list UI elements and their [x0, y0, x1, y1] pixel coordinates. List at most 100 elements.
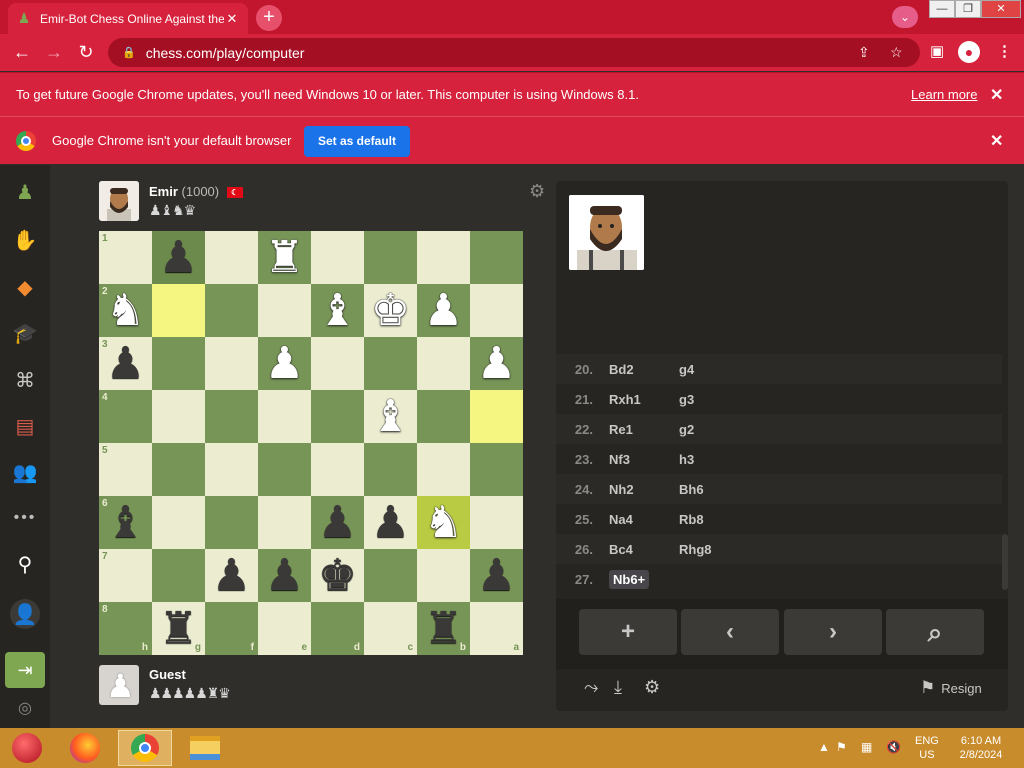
board-square-a4[interactable]: [470, 390, 523, 443]
window-minimize-button[interactable]: —: [929, 0, 955, 18]
black-piece[interactable]: ♟: [371, 500, 410, 545]
board-square-f4[interactable]: [205, 390, 258, 443]
board-square-h8[interactable]: 8h: [99, 602, 152, 655]
black-piece[interactable]: ♟: [159, 235, 198, 280]
previous-move-button[interactable]: ‹: [681, 609, 779, 655]
volume-muted-icon[interactable]: 🔇: [886, 740, 901, 754]
board-square-f1[interactable]: [205, 231, 258, 284]
board-square-c6[interactable]: ♟: [364, 496, 417, 549]
board-square-d7[interactable]: ♚: [311, 549, 364, 602]
board-square-h7[interactable]: 7: [99, 549, 152, 602]
black-piece[interactable]: ♟: [265, 553, 304, 598]
board-square-g6[interactable]: [152, 496, 205, 549]
white-move[interactable]: Nf3: [609, 452, 630, 467]
board-square-a8[interactable]: a: [470, 602, 523, 655]
start-ornament-icon[interactable]: [0, 730, 54, 766]
board-square-a5[interactable]: [470, 443, 523, 496]
add-friend-icon[interactable]: 👤: [10, 599, 40, 629]
board-settings-gear-icon[interactable]: ⚙: [529, 181, 545, 202]
action-center-flag-icon[interactable]: ⚑: [836, 740, 847, 754]
board-square-e1[interactable]: ♜: [258, 231, 311, 284]
board-square-b2[interactable]: ♟: [417, 284, 470, 337]
default-browser-close-icon[interactable]: ✕: [990, 131, 1003, 151]
move-list[interactable]: 20. Bd2 g4 21. Rxh1 g3 22. Re1 g2 23. Nf3 h3 24. Nh2 B…: [556, 354, 1002, 594]
board-square-g3[interactable]: [152, 337, 205, 390]
board-square-d8[interactable]: d: [311, 602, 364, 655]
black-piece[interactable]: ♟: [106, 341, 145, 386]
board-square-f7[interactable]: ♟: [205, 549, 258, 602]
board-square-a2[interactable]: [470, 284, 523, 337]
black-move[interactable]: Rb8: [679, 512, 704, 527]
white-move[interactable]: Bc4: [609, 542, 633, 557]
board-square-b5[interactable]: [417, 443, 470, 496]
globe-icon[interactable]: ◎: [10, 693, 40, 723]
board-square-c8[interactable]: c: [364, 602, 417, 655]
board-square-h1[interactable]: 1: [99, 231, 152, 284]
board-square-h6[interactable]: 6 ♝: [99, 496, 152, 549]
reload-icon[interactable]: ↻: [74, 40, 98, 64]
board-square-g1[interactable]: ♟: [152, 231, 205, 284]
download-icon[interactable]: ⤓: [614, 677, 622, 698]
black-piece[interactable]: ♟: [318, 500, 357, 545]
board-square-d2[interactable]: ♝: [311, 284, 364, 337]
login-button[interactable]: ⇥: [5, 652, 45, 688]
update-infobar-close-icon[interactable]: ✕: [990, 85, 1003, 105]
black-piece[interactable]: ♝: [106, 500, 145, 545]
player-avatar[interactable]: ♟: [99, 665, 139, 705]
menu-kebab-icon[interactable]: ⋮: [997, 42, 1012, 60]
learn-cap-icon[interactable]: 🎓: [10, 318, 40, 348]
window-maximize-button[interactable]: ❐: [955, 0, 981, 18]
bookmark-star-icon[interactable]: ☆: [890, 44, 903, 61]
black-move[interactable]: g3: [679, 392, 694, 407]
board-square-b3[interactable]: [417, 337, 470, 390]
black-move[interactable]: Rhg8: [679, 542, 712, 557]
white-move[interactable]: Bd2: [609, 362, 634, 377]
board-square-f2[interactable]: [205, 284, 258, 337]
board-square-d6[interactable]: ♟: [311, 496, 364, 549]
next-move-button[interactable]: ›: [784, 609, 882, 655]
tab-search-chevron-icon[interactable]: ⌄: [892, 6, 918, 28]
white-piece[interactable]: ♝: [371, 394, 410, 439]
white-piece[interactable]: ♚: [371, 288, 410, 333]
board-square-h5[interactable]: 5: [99, 443, 152, 496]
board-square-g5[interactable]: [152, 443, 205, 496]
black-piece[interactable]: ♟: [212, 553, 251, 598]
set-as-default-button[interactable]: Set as default: [304, 126, 410, 157]
chess-com-logo-icon[interactable]: ♟: [10, 177, 40, 207]
board-square-e4[interactable]: [258, 390, 311, 443]
chrome-taskbar-icon[interactable]: [118, 730, 172, 766]
more-dots-icon[interactable]: •••: [10, 503, 40, 533]
board-square-e8[interactable]: e: [258, 602, 311, 655]
board-square-g7[interactable]: [152, 549, 205, 602]
board-square-b6[interactable]: ♞: [417, 496, 470, 549]
chess-board[interactable]: 1 ♟ ♜ 2 ♞ ♝ ♚ ♟ 3 ♟ ♟ ♟ 4 ♝ 5 6 ♝ ♟ ♟ ♞ 7 ♟ ♟ ♚ ♟ 8 h g ♜ f e d c b ♜ a: [99, 231, 523, 655]
white-move[interactable]: Nb6+: [609, 569, 650, 589]
opponent-avatar[interactable]: [99, 181, 139, 221]
board-square-d5[interactable]: [311, 443, 364, 496]
play-hand-icon[interactable]: ✋: [10, 225, 40, 255]
learn-more-link[interactable]: Learn more: [911, 87, 977, 102]
board-square-e2[interactable]: [258, 284, 311, 337]
board-square-h2[interactable]: 2 ♞: [99, 284, 152, 337]
board-square-b7[interactable]: [417, 549, 470, 602]
board-square-f5[interactable]: [205, 443, 258, 496]
board-square-b1[interactable]: [417, 231, 470, 284]
white-move[interactable]: Re1: [609, 422, 633, 437]
news-icon[interactable]: ▤: [10, 411, 40, 441]
board-square-a6[interactable]: [470, 496, 523, 549]
black-piece[interactable]: ♟: [477, 553, 516, 598]
player-name[interactable]: Guest: [149, 667, 186, 682]
board-square-a7[interactable]: ♟: [470, 549, 523, 602]
board-square-f6[interactable]: [205, 496, 258, 549]
watch-binoculars-icon[interactable]: ⌘: [10, 365, 40, 395]
settings-gear-icon[interactable]: ⚙: [644, 677, 660, 698]
white-piece[interactable]: ♞: [424, 500, 463, 545]
share-icon[interactable]: ⤳: [584, 677, 598, 698]
window-close-button[interactable]: ✕: [981, 0, 1021, 18]
address-bar[interactable]: 🔒 chess.com/play/computer ⇪ ☆: [108, 38, 920, 67]
share-icon[interactable]: ⇪: [858, 44, 870, 61]
black-move[interactable]: h3: [679, 452, 694, 467]
new-tab-button[interactable]: +: [256, 5, 282, 31]
input-language-indicator[interactable]: ENG US: [915, 734, 939, 762]
board-square-c7[interactable]: [364, 549, 417, 602]
